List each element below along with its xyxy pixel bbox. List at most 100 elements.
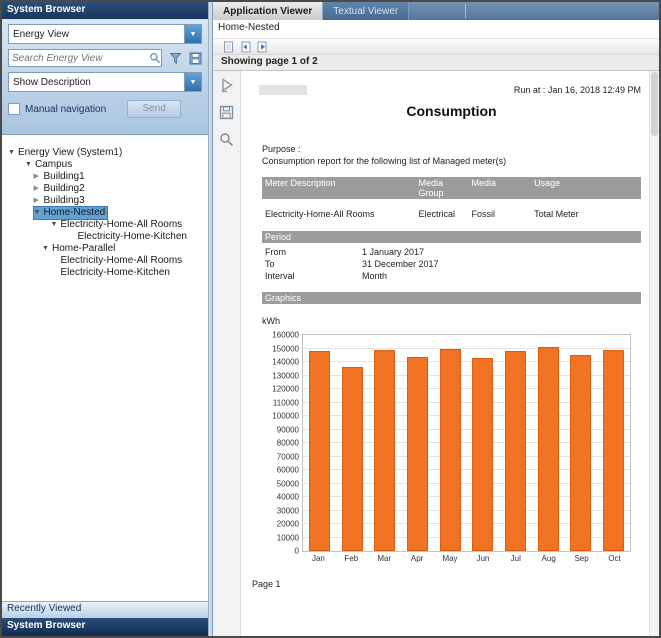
- y-axis-tick-label: 130000: [265, 371, 299, 380]
- view-selector-value: Energy View: [9, 29, 69, 40]
- export-report-icon[interactable]: [223, 41, 234, 53]
- y-axis-tick-label: 160000: [265, 331, 299, 340]
- tree-item-label: Electricity-Home-All Rooms: [61, 255, 183, 266]
- y-axis-tick-label: 20000: [265, 520, 299, 529]
- x-axis-tick-label: Mar: [374, 554, 395, 563]
- run-report-icon[interactable]: [218, 76, 236, 94]
- graphics-heading: Graphics: [262, 292, 641, 304]
- vertical-scrollbar[interactable]: [649, 71, 659, 636]
- tab-textual-viewer[interactable]: Textual Viewer: [323, 2, 409, 20]
- system-browser-panel: System Browser Energy View ▼: [2, 2, 209, 636]
- tree-item[interactable]: ▼Campus: [2, 159, 208, 171]
- y-axis-tick-label: 70000: [265, 452, 299, 461]
- system-browser-footer-bar[interactable]: System Browser: [2, 618, 208, 636]
- tree-expander-icon[interactable]: ▼: [8, 147, 18, 159]
- recently-viewed-bar[interactable]: Recently Viewed: [2, 601, 208, 618]
- save-report-icon[interactable]: [218, 103, 236, 121]
- manual-navigation-checkbox[interactable]: [8, 103, 20, 115]
- send-button[interactable]: Send: [127, 100, 181, 118]
- tree-item-label: Energy View (System1): [18, 147, 122, 158]
- cell-media-group: Electrical: [415, 207, 468, 221]
- tree-item[interactable]: ▼Energy View (System1): [2, 147, 208, 159]
- report-page: Run at : Jan 16, 2018 12:49 PM Consumpti…: [241, 71, 649, 636]
- tree-expander-icon[interactable]: ▼: [34, 207, 44, 219]
- period-to-value: 31 December 2017: [359, 258, 641, 270]
- tree-expander-icon[interactable]: ▶: [34, 195, 44, 207]
- tree-item[interactable]: Electricity-Home-All Rooms: [2, 255, 208, 267]
- document-title: Home-Nested: [213, 20, 659, 39]
- tree-expander-icon[interactable]: ▶: [34, 183, 44, 195]
- main-window: System Browser Energy View ▼: [0, 0, 661, 638]
- bar: [309, 351, 330, 551]
- tree-expander-icon[interactable]: ▼: [51, 219, 61, 231]
- y-axis-tick-label: 0: [265, 547, 299, 556]
- display-mode-dropdown[interactable]: Show Description ▼: [8, 72, 202, 92]
- viewer-body: Run at : Jan 16, 2018 12:49 PM Consumpti…: [213, 71, 659, 636]
- report-logo: [259, 85, 307, 95]
- tree-item-label: Electricity-Home-Kitchen: [61, 267, 170, 278]
- search-input[interactable]: [9, 53, 149, 64]
- chevron-down-icon[interactable]: ▼: [184, 25, 201, 43]
- tree-item[interactable]: ▼Electricity-Home-All Rooms: [2, 219, 208, 231]
- y-axis-tick-label: 60000: [265, 466, 299, 475]
- tree-item[interactable]: ▶Building1: [2, 171, 208, 183]
- search-row: [8, 49, 202, 67]
- tree-expander-icon[interactable]: ▼: [25, 159, 35, 171]
- col-meter-description: Meter Description: [262, 177, 415, 199]
- tree-expander-icon[interactable]: ▼: [42, 243, 52, 255]
- tree-item-label: Building3: [44, 195, 85, 206]
- tree-item-label: Home-Parallel: [52, 243, 115, 254]
- x-axis-tick-label: Sep: [571, 554, 592, 563]
- purpose-text: Consumption report for the following lis…: [262, 155, 641, 167]
- viewer-panel: Application Viewer Textual Viewer Home-N…: [212, 2, 659, 636]
- tree-item-label: Home-Nested: [44, 207, 106, 218]
- x-axis-tick-label: Jan: [308, 554, 329, 563]
- tree-item-label: Electricity-Home-All Rooms: [61, 219, 183, 230]
- x-axis-tick-label: Apr: [407, 554, 428, 563]
- page-forward-icon[interactable]: [257, 41, 268, 53]
- tab-separator: [465, 4, 466, 18]
- bar: [472, 358, 493, 551]
- chevron-down-icon[interactable]: ▼: [184, 73, 201, 91]
- tree-item-label: Campus: [35, 159, 72, 170]
- cell-media: Fossil: [469, 207, 532, 221]
- cell-meter-description: Electricity-Home-All Rooms: [262, 207, 415, 221]
- page-footer: Page 1: [252, 579, 641, 589]
- page-status: Showing page 1 of 2: [213, 55, 659, 71]
- y-axis-tick-label: 30000: [265, 506, 299, 515]
- y-axis-tick-label: 80000: [265, 439, 299, 448]
- tree-item[interactable]: Electricity-Home-Kitchen: [2, 267, 208, 279]
- tab-application-viewer[interactable]: Application Viewer: [213, 2, 323, 20]
- y-axis-tick-label: 40000: [265, 493, 299, 502]
- meter-table-header: Meter Description Media Group Media Usag…: [262, 177, 641, 199]
- tree-expander-icon[interactable]: ▶: [34, 171, 44, 183]
- tree-item[interactable]: ▶Building2: [2, 183, 208, 195]
- x-axis-tick-label: Jun: [472, 554, 493, 563]
- system-browser-controls: Energy View ▼ Show Description: [2, 19, 208, 134]
- scrollbar-thumb[interactable]: [651, 72, 658, 136]
- col-usage: Usage: [531, 177, 641, 199]
- view-selector-dropdown[interactable]: Energy View ▼: [8, 24, 202, 44]
- save-search-icon[interactable]: [189, 52, 202, 65]
- page-back-icon[interactable]: [240, 41, 251, 53]
- zoom-icon[interactable]: [218, 130, 236, 148]
- viewer-side-toolbar: [213, 71, 241, 636]
- tree-item[interactable]: Electricity-Home-Kitchen: [2, 231, 208, 243]
- x-axis-tick-label: Aug: [538, 554, 559, 563]
- y-axis-tick-label: 50000: [265, 479, 299, 488]
- report-title: Consumption: [262, 103, 641, 119]
- chart-x-labels: JanFebMarAprMayJunJulAugSepOct: [302, 554, 631, 563]
- bar: [374, 350, 395, 551]
- tree-item[interactable]: ▼Home-Parallel: [2, 243, 208, 255]
- filter-icon[interactable]: [169, 52, 182, 65]
- period-heading: Period: [262, 231, 641, 243]
- chart-plot: 0100002000030000400005000060000700008000…: [302, 334, 631, 552]
- tree-item[interactable]: ▼Home-Nested: [2, 207, 208, 219]
- x-axis-tick-label: Jul: [505, 554, 526, 563]
- manual-navigation-row: Manual navigation Send: [8, 100, 202, 118]
- col-media: Media: [469, 177, 532, 199]
- search-icon[interactable]: [149, 52, 161, 64]
- meter-table-row: Electricity-Home-All Rooms Electrical Fo…: [262, 207, 641, 221]
- tree-item[interactable]: ▶Building3: [2, 195, 208, 207]
- tree-item-label: Building2: [44, 183, 85, 194]
